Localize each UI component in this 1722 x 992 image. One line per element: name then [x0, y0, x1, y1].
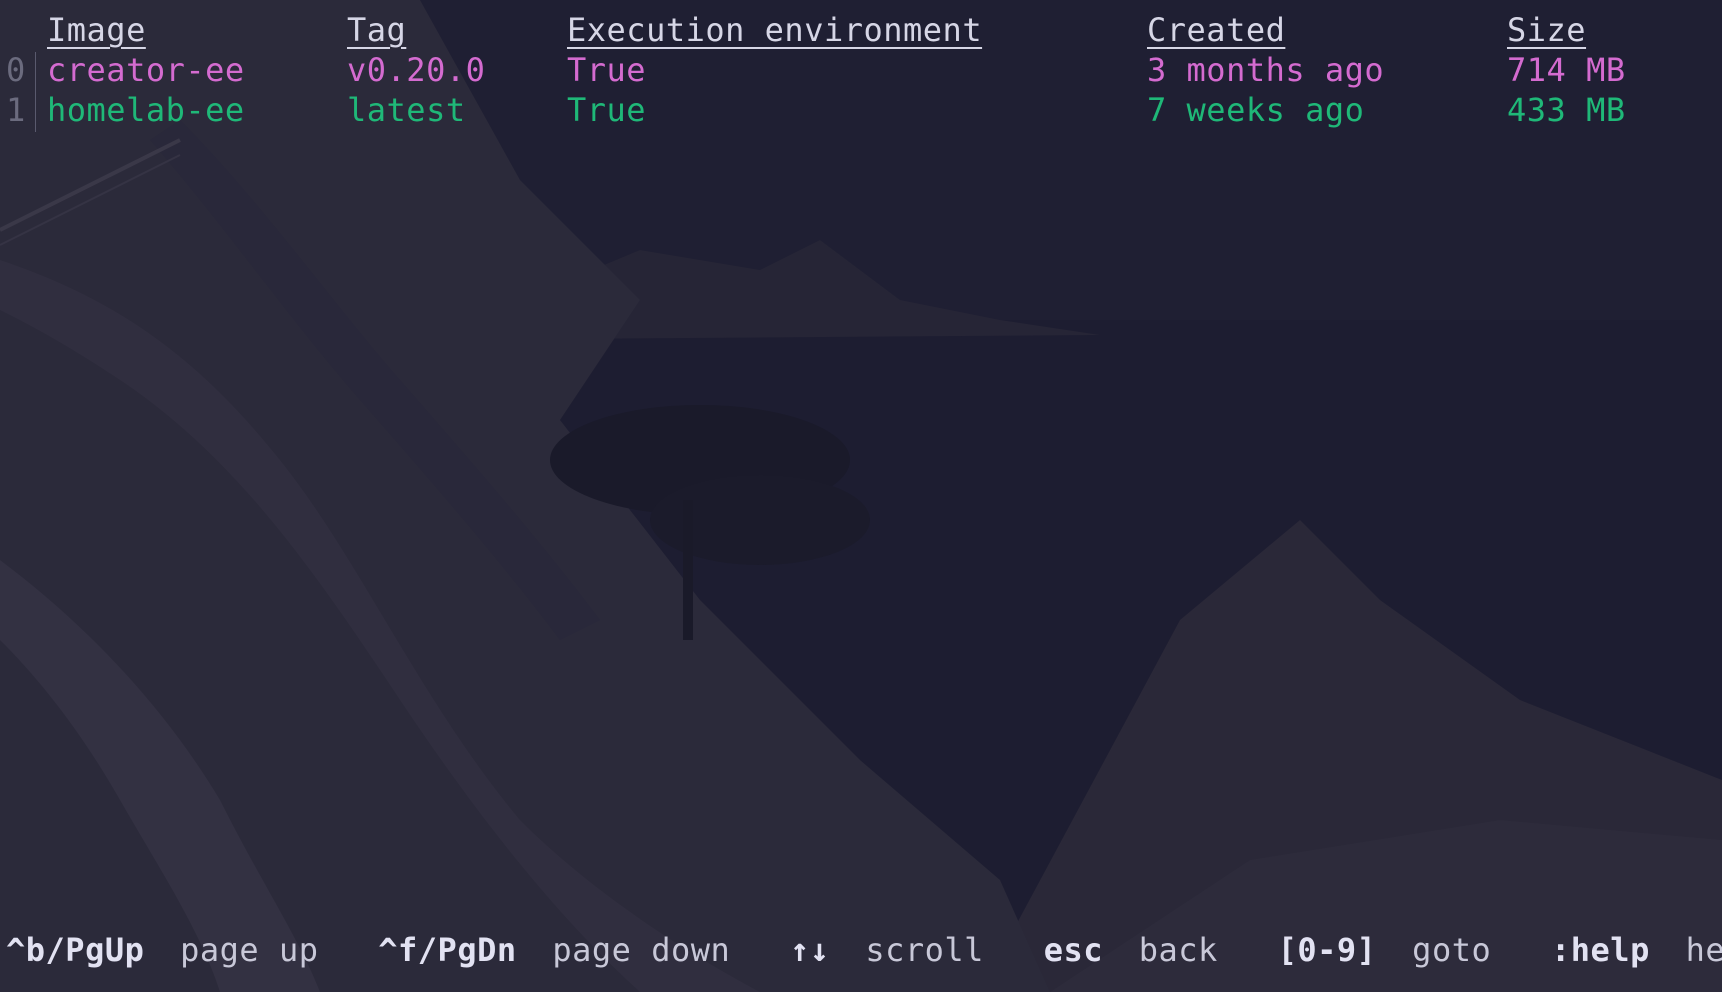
goto-key[interactable]: [0-9]	[1278, 931, 1377, 969]
tag-cell: latest	[347, 91, 466, 129]
execution-environment-cell: True	[567, 91, 647, 129]
page-down-key[interactable]: ^f/PgDn	[378, 931, 516, 969]
scroll-arrows-icon[interactable]: ↑↓	[790, 931, 830, 969]
tag-cell: v0.20.0	[347, 51, 486, 89]
key-hints-bar: ^b/PgUp page up ^f/PgDn page down ↑↓ scr…	[6, 930, 1722, 970]
terminal-window: Image Tag Execution environment Created …	[0, 0, 1722, 992]
scroll-desc: scroll	[865, 931, 984, 969]
row-index: 1	[6, 91, 26, 129]
image-name-cell: homelab-ee	[47, 91, 245, 129]
page-up-key[interactable]: ^b/PgUp	[6, 931, 144, 969]
row-index: 0	[6, 51, 26, 89]
table-row[interactable]: 1 homelab-ee latest True 7 weeks ago 433…	[0, 90, 1722, 130]
size-cell: 714 MB	[1507, 51, 1626, 89]
column-header-tag[interactable]: Tag	[347, 10, 406, 50]
created-cell: 7 weeks ago	[1147, 91, 1365, 129]
column-header-size[interactable]: Size	[1507, 10, 1586, 50]
image-name-cell: creator-ee	[47, 51, 245, 89]
help-desc: help	[1685, 931, 1722, 969]
page-down-desc: page down	[552, 931, 731, 969]
table-row[interactable]: 0 creator-ee v0.20.0 True 3 months ago 7…	[0, 50, 1722, 90]
size-cell: 433 MB	[1507, 91, 1626, 129]
column-header-created[interactable]: Created	[1147, 10, 1285, 50]
page-up-desc: page up	[180, 931, 319, 969]
goto-desc: goto	[1412, 931, 1492, 969]
help-key[interactable]: :help	[1551, 931, 1650, 969]
back-desc: back	[1138, 931, 1218, 969]
column-header-image[interactable]: Image	[47, 10, 146, 50]
execution-environment-cell: True	[567, 51, 647, 89]
column-header-execution-environment[interactable]: Execution environment	[567, 10, 982, 50]
back-key[interactable]: esc	[1044, 931, 1103, 969]
created-cell: 3 months ago	[1147, 51, 1385, 89]
